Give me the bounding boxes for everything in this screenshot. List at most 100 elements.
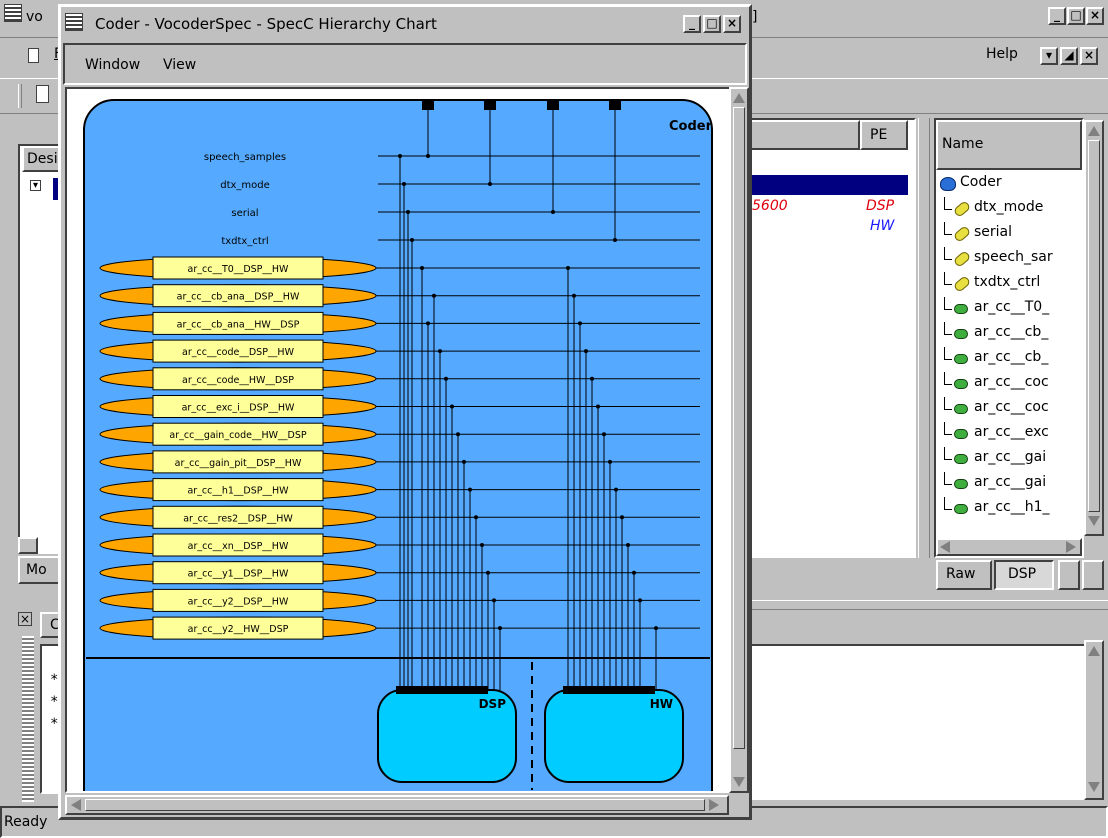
pe-column-header-label: PE <box>870 127 888 143</box>
new-file-icon[interactable] <box>36 85 49 103</box>
channel-label: ar_cc__T0__DSP__HW <box>188 264 289 275</box>
tree-connector <box>944 222 952 235</box>
chart-vscroll-down-arrow[interactable] <box>733 777 745 787</box>
mdi-close-button[interactable]: × <box>1080 47 1098 65</box>
mdi-restore-button[interactable]: ◢ <box>1060 47 1078 65</box>
junction-dot <box>626 543 630 547</box>
name-column-header-label: Name <box>942 136 984 152</box>
name-column-header[interactable]: Name <box>936 120 1082 170</box>
chart-vscroll-up-arrow[interactable] <box>733 93 745 103</box>
expand-icon[interactable]: ▾ <box>30 180 41 191</box>
table-row-selected[interactable] <box>750 175 908 195</box>
channel-label: ar_cc__xn__DSP__HW <box>188 541 289 552</box>
tree-connector <box>944 272 952 285</box>
junction-dot <box>566 266 570 270</box>
output-vscroll-up-arrow[interactable] <box>1088 646 1100 656</box>
tree-connector <box>944 322 952 335</box>
tree-connector <box>944 422 952 435</box>
output-vscroll-down-arrow[interactable] <box>1088 782 1100 792</box>
channel-label: ar_cc__h1__DSP__HW <box>187 486 289 497</box>
tree-connector <box>944 447 952 460</box>
chart-close-button[interactable]: × <box>723 15 741 33</box>
file-icon <box>28 48 39 63</box>
main-close-button[interactable]: × <box>1086 7 1104 25</box>
junction-dot <box>450 404 454 409</box>
junction-dot <box>462 459 466 464</box>
tab-raw[interactable]: Raw <box>936 560 992 590</box>
chart-vscroll-thumb[interactable] <box>733 107 745 749</box>
output-splitter[interactable] <box>748 600 1108 610</box>
hscroll-right-arrow[interactable] <box>1066 541 1076 553</box>
vscroll-up-arrow[interactable] <box>1088 126 1100 136</box>
hscroll-left-arrow[interactable] <box>940 541 950 553</box>
main-window-menu-icon[interactable] <box>4 4 22 22</box>
junction-dot <box>398 154 402 158</box>
tree-connector <box>944 472 952 485</box>
pe-column-header[interactable]: PE <box>860 120 908 150</box>
design-tree-hscroll-left[interactable] <box>18 537 38 554</box>
child-behavior-name: DSP <box>479 697 507 711</box>
splitter-grip[interactable] <box>918 118 930 558</box>
mdi-minimize-button[interactable]: ▾ <box>1040 47 1058 65</box>
table-row-1-value: 5600 <box>752 198 788 214</box>
channel-label: ar_cc__res2__DSP__HW <box>183 513 293 524</box>
chart-window-title: Coder - VocoderSpec - SpecC Hierarchy Ch… <box>95 15 437 33</box>
name-tree-item-label: serial <box>974 224 1013 240</box>
chart-hscroll-thumb[interactable] <box>85 799 705 811</box>
output-vscroll[interactable] <box>1084 640 1104 800</box>
chart-title-bar[interactable]: Coder - VocoderSpec - SpecC Hierarchy Ch… <box>61 7 749 41</box>
console-grip[interactable] <box>22 636 34 802</box>
chart-maximize-button[interactable]: □ <box>703 15 721 33</box>
hierarchy-diagram: Coder speech_samples dtx_modeserial txdtx_c… <box>83 99 713 791</box>
main-minimize-button[interactable]: _ <box>1048 7 1066 25</box>
behavior-icon <box>940 177 956 191</box>
junction-dot <box>438 349 442 354</box>
view-menu[interactable]: View <box>163 57 196 73</box>
tab-raw-label: Raw <box>946 566 976 582</box>
name-tree-list: Coder dtx_mode serial speech_sar txdtx_ctrl a… <box>938 172 1084 536</box>
toolbar-grip[interactable] <box>18 84 22 108</box>
main-title-text: vo <box>26 9 43 25</box>
name-tree-item-label: ar_cc__gai <box>974 449 1047 465</box>
vscroll-thumb[interactable] <box>1088 140 1100 512</box>
module-tab-label: Mo <box>26 562 47 578</box>
channel-icon <box>954 429 968 439</box>
junction-dot <box>480 543 484 547</box>
tree-connector <box>944 297 952 310</box>
chart-hscroll-right-arrow[interactable] <box>709 799 719 811</box>
status-text: Ready <box>4 814 48 830</box>
junction-dot <box>572 293 576 298</box>
child-port-bar <box>396 686 488 694</box>
channel-label: ar_cc__gain_pit__DSP__HW <box>175 458 302 469</box>
main-maximize-button[interactable]: □ <box>1067 7 1085 25</box>
child-port-bar <box>563 686 655 694</box>
tab-scroll-left[interactable] <box>1058 560 1080 590</box>
console-close-icon[interactable]: × <box>18 612 32 626</box>
name-tree-item-label: ar_cc__coc <box>974 374 1049 390</box>
window-menu[interactable]: Window <box>85 57 140 73</box>
junction-dot <box>638 598 642 603</box>
chart-minimize-button[interactable]: _ <box>683 15 701 33</box>
channel-label: ar_cc__code__DSP__HW <box>182 347 295 358</box>
junction-dot <box>402 182 406 186</box>
tab-scroll-right[interactable] <box>1082 560 1104 590</box>
channel-icon <box>954 454 968 464</box>
junction-dot <box>426 321 430 326</box>
chart-window-menu-icon[interactable] <box>65 13 83 31</box>
junction-dot <box>420 266 424 270</box>
name-tree-item-label: txdtx_ctrl <box>974 274 1041 290</box>
table-header-blank[interactable] <box>750 120 860 150</box>
tab-dsp[interactable]: DSP <box>994 560 1054 590</box>
table-row-1-pe: DSP <box>866 198 895 214</box>
channel-icon <box>954 354 968 364</box>
junction-dot <box>584 349 588 354</box>
tree-connector <box>944 347 952 360</box>
junction-dot <box>551 210 555 214</box>
vscroll-down-arrow[interactable] <box>1088 516 1100 526</box>
chart-hscroll-left-arrow[interactable] <box>71 799 81 811</box>
name-tree-hscroll[interactable] <box>936 538 1082 556</box>
main-title-text-suffix: ] <box>752 9 758 25</box>
channel-label: ar_cc__y1__DSP__HW <box>188 569 289 580</box>
help-menu[interactable]: Help <box>986 46 1018 62</box>
channel-icon <box>954 504 968 514</box>
